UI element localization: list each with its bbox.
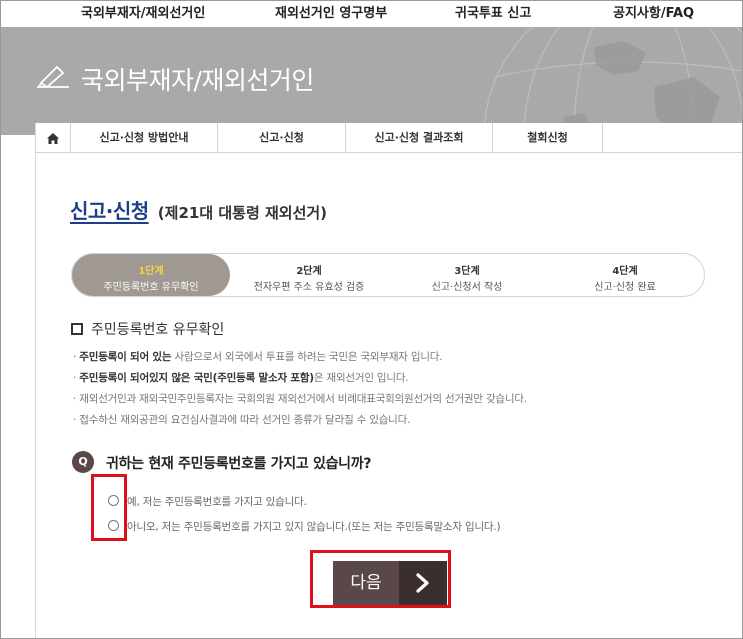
note-text: 은 재외선거인 입니다.	[313, 372, 409, 384]
step-indicator: 1단계 주민등록번호 유무확인 2단계 전자우편 주소 유효성 검증 3단계 신…	[71, 253, 705, 297]
note-text: 재외선거인과 재외국민주민등록자는 국회의원 재외선거에서 비례대표국회의원선거…	[79, 393, 527, 405]
nav-item-overseas-absentee[interactable]: 국외부재자/재외선거인	[81, 2, 205, 21]
note-item: · 주민등록이 되어 있는 사람으로서 외국에서 투표를 하려는 국민은 국외부…	[73, 351, 443, 363]
content-panel: 신고·신청 방법안내 신고·신청 신고·신청 결과조회 철회신청 신고·신청 (…	[35, 123, 742, 638]
tab-application-guide[interactable]: 신고·신청 방법안내	[71, 123, 218, 153]
chevron-right-icon	[399, 561, 447, 605]
step-2-label: 전자우편 주소 유효성 검증	[253, 282, 365, 293]
option-yes[interactable]: 예, 저는 주민등록번호를 가지고 있습니다.	[108, 490, 307, 509]
step-2: 2단계 전자우편 주소 유효성 검증	[230, 254, 388, 296]
note-item: · 주민등록이 되어있지 않은 국민(주민등록 말소자 포함)은 재외선거인 입…	[73, 372, 409, 384]
next-button[interactable]: 다음	[333, 561, 447, 605]
notes-list: · 주민등록이 되어 있는 사람으로서 외국에서 투표를 하려는 국민은 국외부…	[73, 347, 713, 431]
nav-item-return-vote[interactable]: 귀국투표 신고	[455, 2, 531, 21]
tab-withdrawal[interactable]: 철회신청	[493, 123, 603, 153]
step-4-label: 신고·신청 완료	[594, 282, 656, 293]
step-4-number: 4단계	[612, 266, 638, 277]
note-text: 사람으로서 외국에서 투표를 하려는 국민은 국외부재자 입니다.	[171, 351, 443, 363]
question-badge: Q	[72, 451, 94, 473]
page-title: 신고·신청 (제21대 대통령 재외선거)	[70, 195, 327, 224]
pencil-icon	[37, 65, 69, 89]
option-no-label: 아니오, 저는 주민등록번호를 가지고 있지 않습니다.(또는 저는 주민등록말…	[127, 521, 501, 533]
step-3: 3단계 신고·신청서 작성	[388, 254, 546, 296]
home-icon	[47, 132, 59, 144]
section-title: 주민등록번호 유무확인	[71, 319, 224, 339]
note-item: · 재외선거인과 재외국민주민등록자는 국회의원 재외선거에서 비례대표국회의원…	[73, 393, 527, 405]
page-banner: 국외부재자/재외선거인	[1, 27, 742, 135]
step-1-label: 주민등록번호 유무확인	[103, 282, 199, 293]
tab-application[interactable]: 신고·신청	[218, 123, 346, 153]
step-2-number: 2단계	[296, 266, 322, 277]
page-frame: 국외부재자/재외선거인 재외선거인 영구명부 귀국투표 신고 공지사항/FAQ	[0, 0, 743, 639]
page-title-main: 신고·신청	[70, 199, 149, 223]
note-emphasis: 주민등록이 되어 있는	[79, 351, 172, 363]
banner-title: 국외부재자/재외선거인	[81, 66, 314, 95]
square-bullet-icon	[71, 323, 83, 335]
question-text: 귀하는 현재 주민등록번호를 가지고 있습니까?	[106, 456, 372, 472]
step-3-label: 신고·신청서 작성	[431, 282, 503, 293]
globe-decoration	[483, 27, 742, 135]
section-title-text: 주민등록번호 유무확인	[91, 322, 225, 338]
note-emphasis: 주민등록이 되어있지 않은 국민(주민등록 말소자 포함)	[79, 372, 314, 384]
home-button[interactable]	[36, 123, 71, 153]
step-1-number: 1단계	[138, 266, 164, 277]
nav-item-notice-faq[interactable]: 공지사항/FAQ	[613, 2, 694, 21]
nav-item-permanent-register[interactable]: 재외선거인 영구명부	[275, 2, 387, 21]
step-4: 4단계 신고·신청 완료	[546, 254, 704, 296]
option-no[interactable]: 아니오, 저는 주민등록번호를 가지고 있지 않습니다.(또는 저는 주민등록말…	[108, 515, 501, 534]
radio-no[interactable]	[108, 520, 119, 531]
note-item: · 접수하신 재외공관의 요건심사결과에 따라 선거인 종류가 달라질 수 있습…	[73, 414, 411, 426]
step-1: 1단계 주민등록번호 유무확인	[72, 254, 230, 296]
option-yes-label: 예, 저는 주민등록번호를 가지고 있습니다.	[127, 496, 307, 508]
next-button-label: 다음	[333, 561, 399, 605]
top-navigation: 국외부재자/재외선거인 재외선거인 영구명부 귀국투표 신고 공지사항/FAQ	[1, 1, 742, 27]
tab-result-inquiry[interactable]: 신고·신청 결과조회	[346, 123, 493, 153]
note-text: 접수하신 재외공관의 요건심사결과에 따라 선거인 종류가 달라질 수 있습니다…	[79, 414, 411, 426]
sub-navigation: 신고·신청 방법안내 신고·신청 신고·신청 결과조회 철회신청	[36, 123, 742, 153]
page-title-sub: (제21대 대통령 재외선거)	[157, 204, 328, 222]
step-3-number: 3단계	[454, 266, 480, 277]
radio-yes[interactable]	[108, 495, 119, 506]
